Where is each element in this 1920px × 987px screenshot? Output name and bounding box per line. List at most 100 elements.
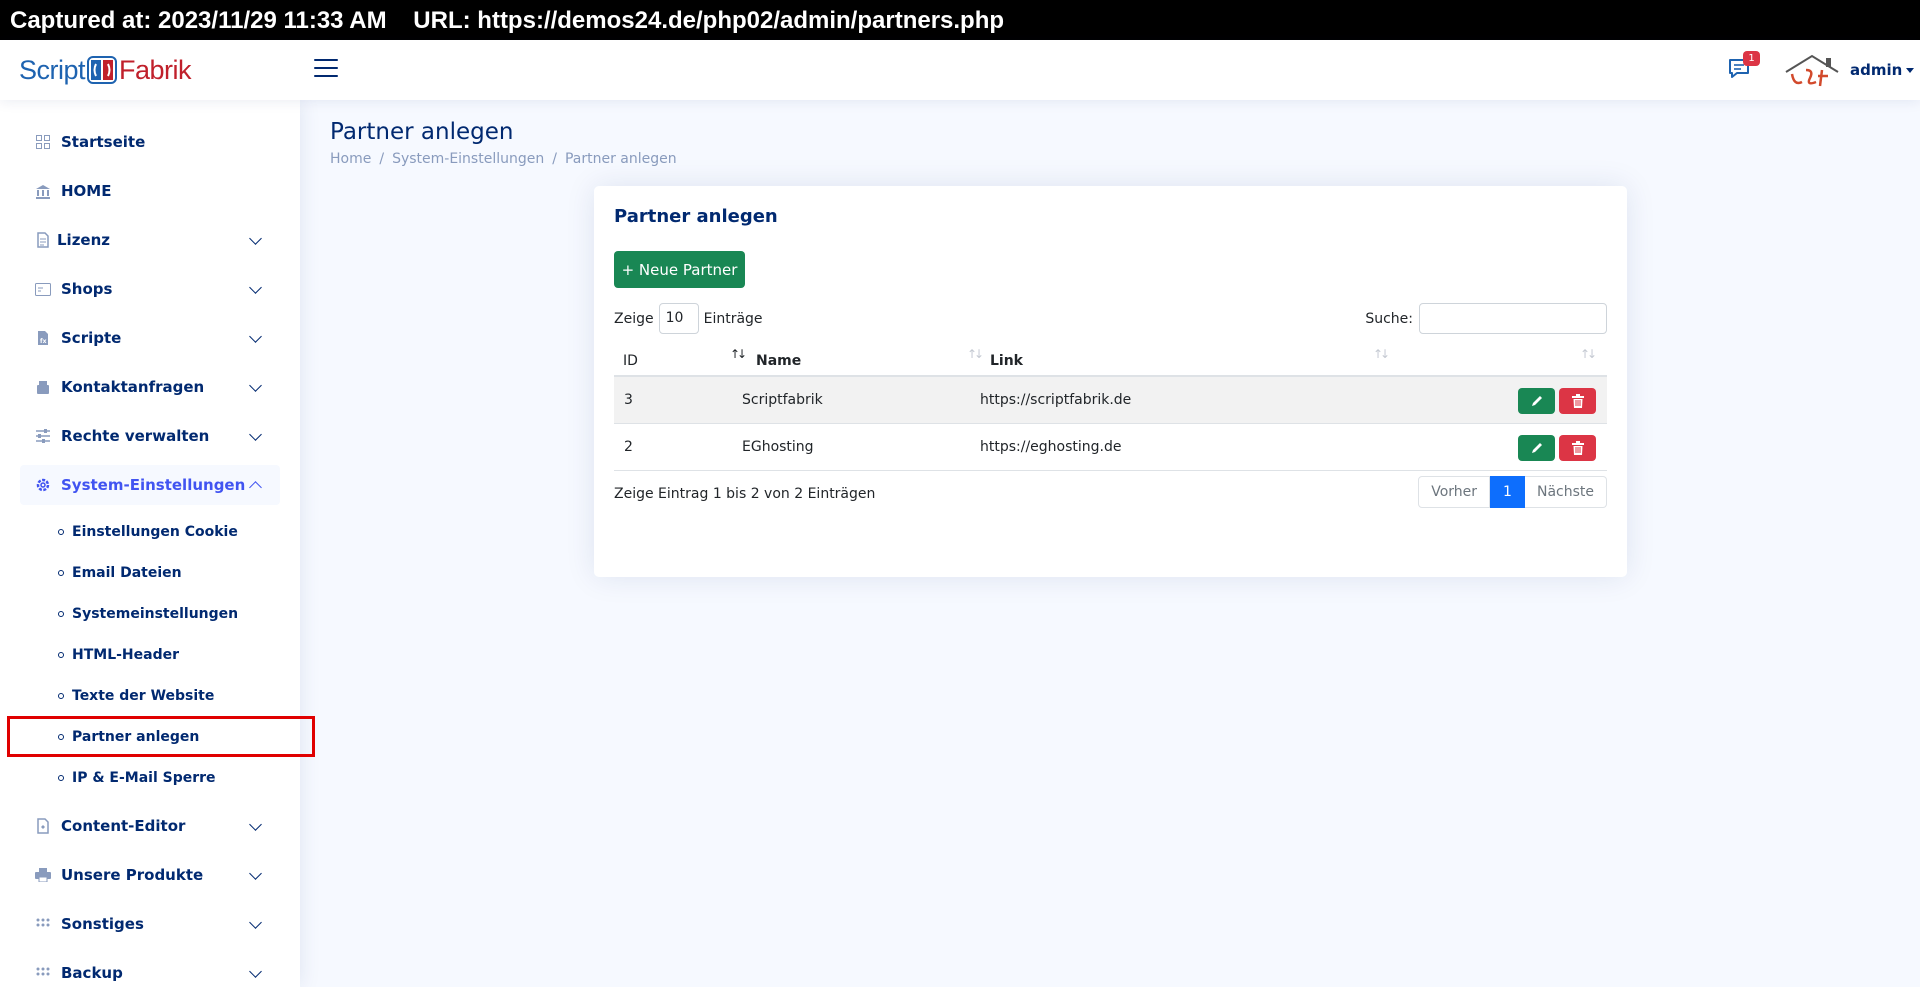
profile-dropdown[interactable]: admin [1782, 52, 1915, 88]
logo-text-right: Fabrik [119, 54, 192, 85]
sidebar-item-content-editor[interactable]: Content-Editor [20, 806, 280, 846]
sidebar-item-kontaktanfragen[interactable]: Kontaktanfragen [20, 367, 280, 407]
column-header-name[interactable]: Name [756, 341, 801, 377]
breadcrumb-system-link[interactable]: System-Einstellungen [392, 151, 544, 167]
column-header-id[interactable]: ID [623, 341, 638, 377]
circle-icon [58, 775, 64, 781]
breadcrumb-separator: / [379, 151, 385, 167]
chevron-down-icon [249, 916, 262, 929]
cell-link: https://eghosting.de [980, 439, 1122, 455]
cell-name: Scriptfabrik [742, 392, 823, 408]
sidebar-item-scripte[interactable]: fx Scripte [20, 318, 280, 358]
sidebar-item-label: HOME [61, 182, 112, 200]
breadcrumb-separator: / [552, 151, 557, 167]
inbox-icon [35, 379, 51, 395]
edit-button[interactable] [1518, 435, 1555, 461]
chevron-down-icon [249, 965, 262, 978]
breadcrumb: Home / System-Einstellungen / Partner an… [330, 151, 677, 167]
sidebar-item-system-einstellungen[interactable]: System-Einstellungen [20, 465, 280, 505]
card-icon [35, 281, 51, 297]
chevron-down-icon [249, 232, 262, 245]
logo-badge-icon [87, 56, 118, 84]
pencil-icon [1531, 443, 1542, 453]
sidebar-toggle-button[interactable] [314, 59, 338, 79]
sidebar-item-label: Rechte verwalten [61, 427, 210, 445]
search-label: Suche: [1365, 310, 1413, 327]
delete-button[interactable] [1559, 388, 1596, 414]
hamburger-line [314, 67, 338, 69]
cell-id: 2 [624, 439, 633, 455]
sidebar-item-label: Kontaktanfragen [61, 378, 205, 396]
sidebar-item-label: Unsere Produkte [61, 866, 204, 884]
sidebar-item-lizenz[interactable]: Lizenz [20, 220, 280, 260]
sidebar-item-unsere-produkte[interactable]: Unsere Produkte [20, 855, 280, 895]
sidebar-item-label: Backup [61, 964, 123, 982]
circle-icon [58, 693, 64, 699]
svg-text:fx: fx [40, 338, 47, 345]
sidebar-item-sonstiges[interactable]: Sonstiges [20, 904, 280, 944]
partner-card: Partner anlegen + Neue Partner Zeige 10 … [594, 186, 1627, 577]
dots-grid-icon [35, 916, 51, 932]
circle-icon [58, 529, 64, 535]
edit-button[interactable] [1518, 388, 1555, 414]
scriptfabrik-logo[interactable]: Script Fabrik [19, 52, 192, 88]
sidebar-item-backup[interactable]: Backup [20, 953, 280, 987]
breadcrumb-home-link[interactable]: Home [330, 151, 371, 167]
length-label-before: Zeige [614, 310, 654, 327]
notification-badge: 1 [1743, 51, 1760, 66]
bank-icon [35, 183, 51, 199]
breadcrumb-current: Partner anlegen [564, 151, 677, 167]
sidebar-item-home[interactable]: HOME [20, 171, 280, 211]
sub-item-einstellungen-cookie[interactable]: Einstellungen Cookie [58, 520, 238, 544]
entries-per-page-select[interactable]: 10 [658, 303, 699, 334]
table-header: ID ↑↓ Name ↑↓ Link ↑↓ ↑↓ [614, 341, 1607, 377]
pagination: Vorher 1 Nächste [1418, 476, 1607, 508]
pencil-icon [1531, 396, 1542, 406]
cell-id: 3 [624, 392, 633, 408]
sidebar: Startseite HOME Lizenz Shops fx Scripte … [0, 100, 300, 987]
table-search: Suche: [1365, 303, 1607, 334]
highlight-frame [7, 716, 315, 757]
hamburger-line [314, 59, 338, 61]
trash-icon [1571, 394, 1584, 408]
circle-icon [58, 611, 64, 617]
trash-icon [1571, 441, 1584, 455]
sub-item-systemeinstellungen[interactable]: Systemeinstellungen [58, 602, 238, 626]
chevron-down-icon [249, 379, 262, 392]
printer-icon [35, 867, 51, 883]
cell-name: EGhosting [742, 439, 814, 455]
sidebar-item-label: Sonstiges [61, 915, 144, 933]
circle-icon [58, 652, 64, 658]
chevron-down-icon [249, 330, 262, 343]
sub-item-label: Systemeinstellungen [72, 606, 239, 622]
pagination-next[interactable]: Nächste [1524, 476, 1607, 508]
sidebar-item-startseite[interactable]: Startseite [20, 122, 280, 162]
column-header-link[interactable]: Link [990, 341, 1023, 377]
sub-item-email-dateien[interactable]: Email Dateien [58, 561, 182, 585]
top-header: Script Fabrik 1 admin [0, 40, 1920, 100]
circle-icon [58, 570, 64, 576]
sort-icon: ↑↓ [1580, 347, 1597, 361]
sub-item-html-header[interactable]: HTML-Header [58, 643, 179, 667]
table-row: 2 EGhosting https://eghosting.de [614, 424, 1607, 471]
sidebar-item-rechte-verwalten[interactable]: Rechte verwalten [20, 416, 280, 456]
new-partner-button[interactable]: + Neue Partner [614, 251, 745, 288]
chevron-down-icon [249, 428, 262, 441]
sub-item-ip-email-sperre[interactable]: IP & E-Mail Sperre [58, 766, 216, 790]
dots-grid-icon [35, 965, 51, 981]
page-title: Partner anlegen [330, 119, 514, 145]
profile-name: admin [1850, 61, 1903, 79]
pagination-previous[interactable]: Vorher [1418, 476, 1491, 508]
sidebar-item-label: System-Einstellungen [61, 476, 246, 494]
delete-button[interactable] [1559, 435, 1596, 461]
pagination-page-1[interactable]: 1 [1490, 476, 1525, 508]
chevron-down-icon [249, 281, 262, 294]
sort-icon: ↑↓ [730, 347, 747, 361]
sub-item-texte-der-website[interactable]: Texte der Website [58, 684, 214, 708]
hamburger-line [314, 75, 338, 77]
sidebar-item-shops[interactable]: Shops [20, 269, 280, 309]
table-info: Zeige Eintrag 1 bis 2 von 2 Einträgen [614, 486, 876, 502]
sliders-icon [35, 428, 51, 444]
sub-item-label: Einstellungen Cookie [72, 524, 238, 540]
search-input[interactable] [1419, 303, 1607, 334]
